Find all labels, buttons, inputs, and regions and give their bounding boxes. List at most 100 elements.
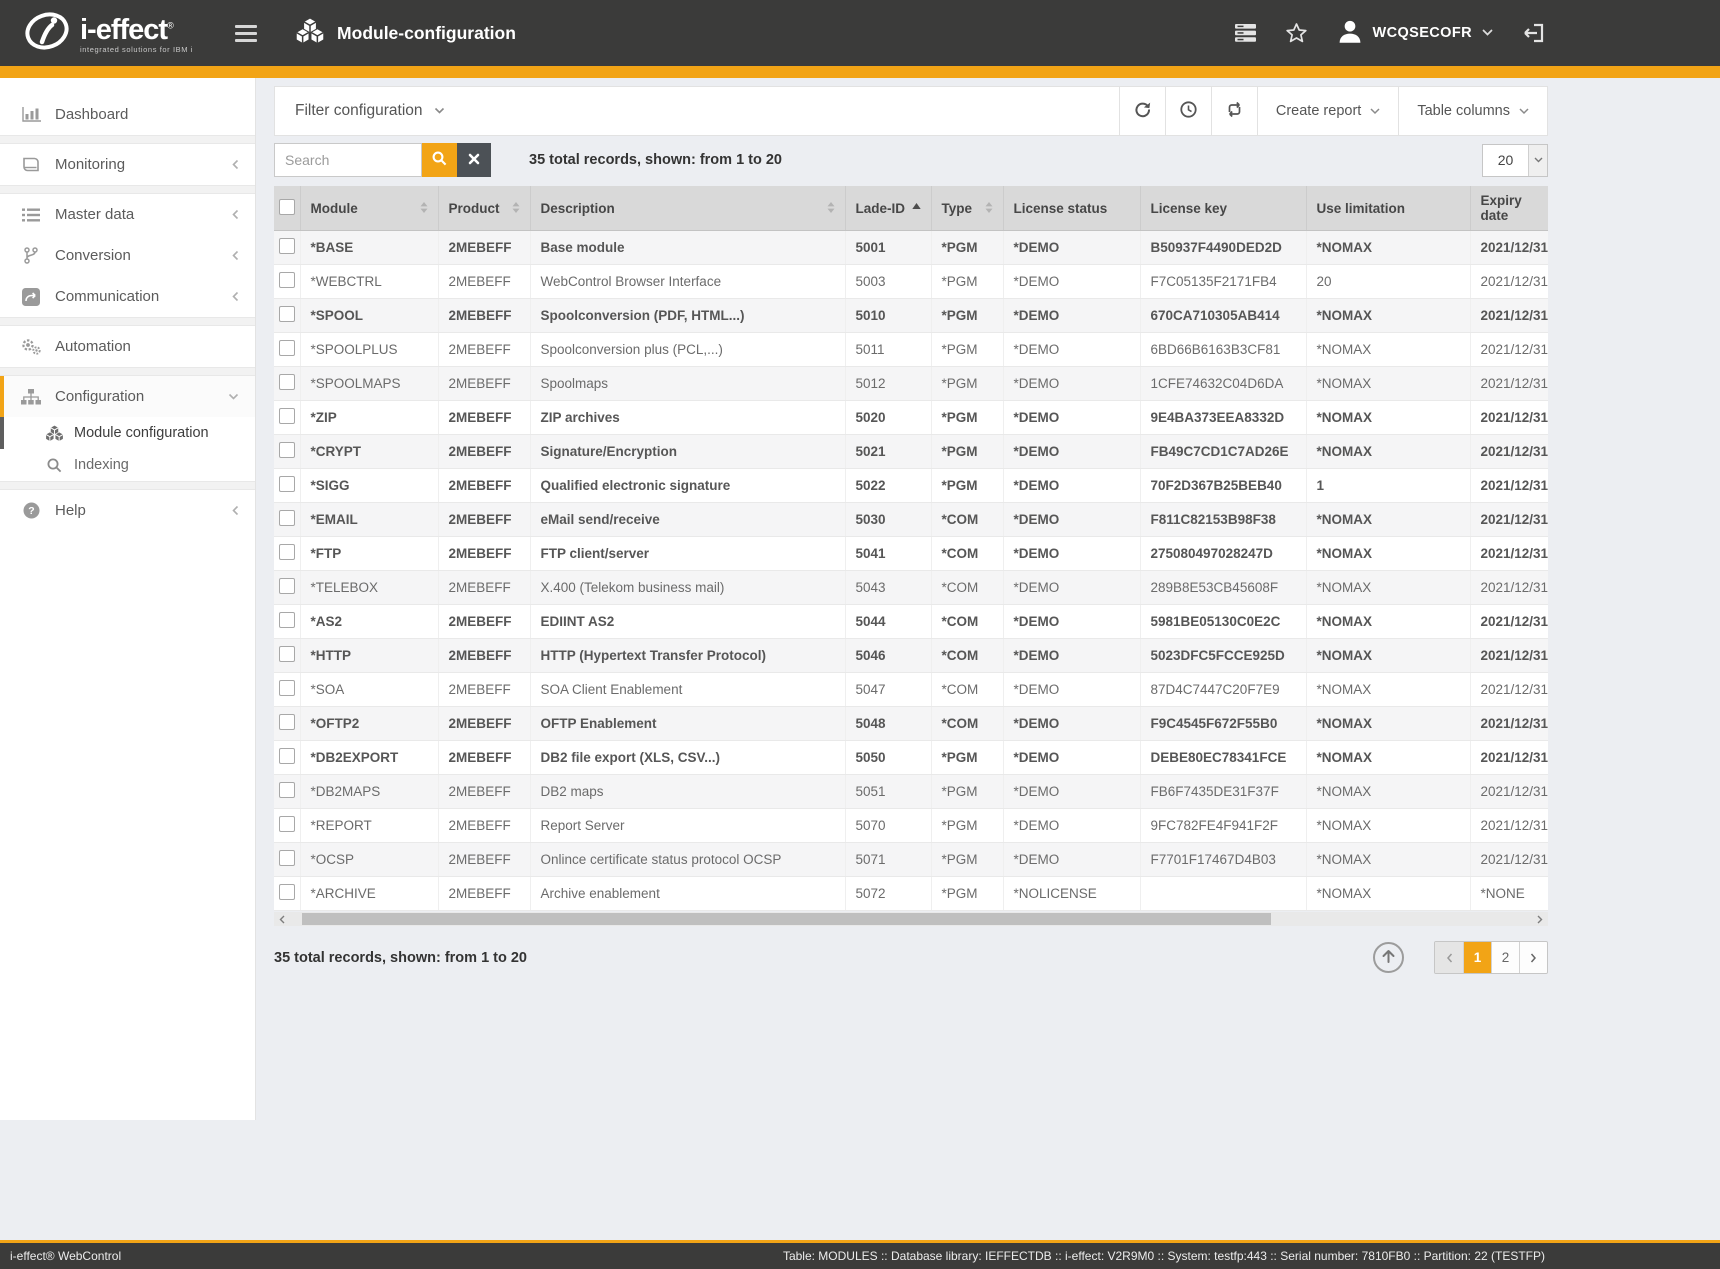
search-input[interactable] [274,143,422,177]
column-header-license-status[interactable]: License status [1003,186,1140,231]
row-checkbox[interactable] [279,306,295,322]
scrollbar-track[interactable] [290,912,1532,926]
table-row[interactable]: *HTTP 2MEBEFF HTTP (Hypertext Transfer P… [274,639,1548,673]
brand[interactable]: i-effect® integrated solutions for IBM i [24,9,193,58]
row-checkbox[interactable] [279,680,295,696]
page-size-select[interactable]: 20 [1482,144,1548,177]
table-header-row: Module Product Description Lade-ID Type … [274,186,1548,231]
row-checkbox[interactable] [279,272,295,288]
page-1-button[interactable]: 1 [1463,942,1491,973]
logout-icon[interactable] [1523,23,1545,43]
clear-search-button[interactable] [457,143,491,177]
sidebar-item-configuration[interactable]: Configuration [0,376,255,417]
column-header-expiry-date[interactable]: Expiry date [1470,186,1548,231]
chevron-right-icon[interactable] [1532,912,1548,926]
cell-type: *PGM [931,877,1003,911]
chevron-left-icon[interactable] [274,912,290,926]
cell-license-key: 70F2D367B25BEB40 [1140,469,1306,503]
sidebar-item-dashboard[interactable]: Dashboard [0,94,255,135]
refresh-button[interactable] [1119,87,1165,135]
cell-expiry-date: 2021/12/31 [1470,265,1548,299]
row-checkbox[interactable] [279,374,295,390]
sidebar-item-automation[interactable]: Automation [0,326,255,367]
cell-license-key: F7701F17467D4B03 [1140,843,1306,877]
row-checkbox[interactable] [279,884,295,900]
hamburger-icon[interactable] [235,25,257,42]
scroll-top-button[interactable] [1373,942,1404,973]
star-icon[interactable] [1286,23,1307,43]
table-row[interactable]: *BASE 2MEBEFF Base module 5001 *PGM *DEM… [274,231,1548,265]
table-row[interactable]: *ZIP 2MEBEFF ZIP archives 5020 *PGM *DEM… [274,401,1548,435]
table-row[interactable]: *OCSP 2MEBEFF Onlince certificate status… [274,843,1548,877]
table-row[interactable]: *AS2 2MEBEFF EDIINT AS2 5044 *COM *DEMO … [274,605,1548,639]
row-checkbox[interactable] [279,612,295,628]
row-checkbox[interactable] [279,408,295,424]
table-row[interactable]: *SPOOLPLUS 2MEBEFF Spoolconversion plus … [274,333,1548,367]
column-header-type[interactable]: Type [931,186,1003,231]
row-checkbox[interactable] [279,442,295,458]
column-header-module[interactable]: Module [300,186,438,231]
table-row[interactable]: *TELEBOX 2MEBEFF X.400 (Telekom business… [274,571,1548,605]
row-checkbox[interactable] [279,238,295,254]
row-checkbox[interactable] [279,714,295,730]
table-row[interactable]: *DB2EXPORT 2MEBEFF DB2 file export (XLS,… [274,741,1548,775]
column-header-description[interactable]: Description [530,186,845,231]
table-row[interactable]: *WEBCTRL 2MEBEFF WebControl Browser Inte… [274,265,1548,299]
cell-license-status: *DEMO [1003,401,1140,435]
table-columns-button[interactable]: Table columns [1398,87,1547,135]
select-all-checkbox[interactable] [279,199,295,215]
row-checkbox[interactable] [279,340,295,356]
user-menu[interactable]: WCQSECOFR [1337,18,1493,49]
table-row[interactable]: *EMAIL 2MEBEFF eMail send/receive 5030 *… [274,503,1548,537]
table-row[interactable]: *SPOOL 2MEBEFF Spoolconversion (PDF, HTM… [274,299,1548,333]
modules-table: Module Product Description Lade-ID Type … [274,186,1548,911]
sidebar-item-conversion[interactable]: Conversion [0,235,255,276]
row-checkbox[interactable] [279,544,295,560]
row-checkbox[interactable] [279,510,295,526]
column-header-license-key[interactable]: License key [1140,186,1306,231]
row-checkbox[interactable] [279,748,295,764]
column-header-product[interactable]: Product [438,186,530,231]
cell-use-limitation: *NOMAX [1306,503,1470,537]
search-button[interactable] [422,143,457,177]
table-row[interactable]: *SOA 2MEBEFF SOA Client Enablement 5047 … [274,673,1548,707]
table-row[interactable]: *CRYPT 2MEBEFF Signature/Encryption 5021… [274,435,1548,469]
repeat-button[interactable] [1211,87,1257,135]
row-checkbox[interactable] [279,816,295,832]
row-checkbox[interactable] [279,646,295,662]
row-checkbox[interactable] [279,476,295,492]
filter-title-label: Filter configuration [295,102,423,120]
table-row[interactable]: *SPOOLMAPS 2MEBEFF Spoolmaps 5012 *PGM *… [274,367,1548,401]
table-row[interactable]: *FTP 2MEBEFF FTP client/server 5041 *COM… [274,537,1548,571]
next-page-button[interactable] [1519,942,1547,973]
row-checkbox[interactable] [279,850,295,866]
table-row[interactable]: *DB2MAPS 2MEBEFF DB2 maps 5051 *PGM *DEM… [274,775,1548,809]
table-row[interactable]: *ARCHIVE 2MEBEFF Archive enablement 5072… [274,877,1548,911]
arrow-up-icon [1382,949,1395,966]
table-row[interactable]: *SIGG 2MEBEFF Qualified electronic signa… [274,469,1548,503]
previous-page-button[interactable] [1435,942,1463,973]
column-header-lade-id[interactable]: Lade-ID [845,186,931,231]
cell-license-status: *DEMO [1003,231,1140,265]
server-icon[interactable] [1235,24,1256,42]
sidebar-item-indexing[interactable]: Indexing [0,449,255,481]
horizontal-scrollbar[interactable] [274,912,1548,926]
sidebar-item-module-configuration[interactable]: Module configuration [0,417,255,449]
create-report-button[interactable]: Create report [1257,87,1398,135]
history-button[interactable] [1165,87,1211,135]
table-row[interactable]: *REPORT 2MEBEFF Report Server 5070 *PGM … [274,809,1548,843]
row-checkbox[interactable] [279,782,295,798]
column-header-use-limitation[interactable]: Use limitation [1306,186,1470,231]
table-row[interactable]: *OFTP2 2MEBEFF OFTP Enablement 5048 *COM… [274,707,1548,741]
sidebar-item-monitoring[interactable]: Monitoring [0,144,255,185]
page-2-button[interactable]: 2 [1491,942,1519,973]
sidebar-item-communication[interactable]: Communication [0,276,255,317]
scrollbar-thumb[interactable] [302,913,1271,925]
filter-configuration-toggle[interactable]: Filter configuration [275,87,465,135]
sidebar-item-master-data[interactable]: Master data [0,194,255,235]
select-all-header[interactable] [274,186,300,231]
row-checkbox[interactable] [279,578,295,594]
cell-lade-id: 5071 [845,843,931,877]
book-icon [20,156,42,173]
sidebar-item-help[interactable]: ? Help [0,490,255,531]
